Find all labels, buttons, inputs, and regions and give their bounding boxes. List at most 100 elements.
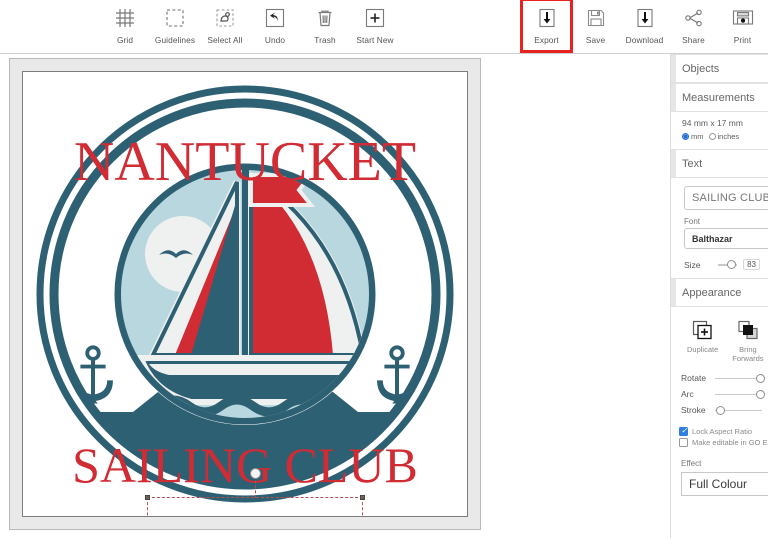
section-appearance[interactable]: Appearance <box>671 278 768 307</box>
tool-label: Grid <box>116 35 134 45</box>
unit-option-inches[interactable]: inches <box>708 132 740 141</box>
rotate-slider-track[interactable] <box>715 373 766 383</box>
checkbox-make-editable[interactable] <box>679 438 688 448</box>
tool-label: Start New <box>356 35 394 45</box>
lock-aspect-ratio-row[interactable]: Lock Aspect Ratio <box>679 426 762 437</box>
properties-panel: Objects Measurements 94 mm x 17 mm mm in… <box>670 54 768 538</box>
unit-label: mm <box>691 132 704 141</box>
arc-slider-knob[interactable] <box>756 389 766 399</box>
logo-artwork: NANTUCKET SAILING CLUB <box>36 85 454 503</box>
section-title: Objects <box>682 62 720 75</box>
stroke-slider-row[interactable]: Stroke <box>681 405 762 415</box>
tool-label: Export <box>534 35 559 45</box>
section-title: Appearance <box>682 286 742 299</box>
share-nodes-icon <box>681 6 707 30</box>
appearance-actions: Duplicate Bring Forwards <box>679 311 764 363</box>
logo-top-text: NANTUCKET <box>74 131 416 193</box>
rotate-label: Rotate <box>681 373 707 384</box>
undo-icon <box>262 6 288 30</box>
grid-icon <box>112 6 138 30</box>
trash-icon <box>312 6 338 30</box>
export-down-arrow-icon <box>534 6 560 30</box>
tool-guidelines[interactable]: Guidelines <box>150 0 200 51</box>
canvas-frame: NANTUCKET SAILING CLUB <box>9 58 481 530</box>
action-label: Bring Forwards <box>732 345 764 363</box>
section-measurements[interactable]: Measurements <box>671 83 768 112</box>
font-label: Font <box>684 217 701 226</box>
toolbar-group-right: Export Save Download Share Print <box>520 0 767 53</box>
tool-label: Trash <box>314 35 336 45</box>
app-root: Grid Guidelines Select All Undo Trash St… <box>0 0 768 538</box>
printer-icon <box>730 6 756 30</box>
bring-forwards-icon <box>736 319 760 343</box>
measurements-body: 94 mm x 17 mm mm inches <box>671 112 768 149</box>
stroke-slider-knob[interactable] <box>715 405 725 415</box>
size-slider-row[interactable]: Size 83 <box>684 259 760 270</box>
rotate-slider-knob[interactable] <box>756 373 766 383</box>
anchor-right-icon <box>377 345 417 404</box>
section-title: Text <box>682 157 703 170</box>
bring-forwards-button[interactable]: Bring Forwards <box>732 319 764 363</box>
tool-label: Select All <box>207 35 243 45</box>
size-value: 83 <box>743 259 760 270</box>
unit-option-mm[interactable]: mm <box>682 132 704 141</box>
tool-label: Guidelines <box>154 35 196 45</box>
download-button[interactable]: Download <box>620 0 669 51</box>
select-all-icon <box>212 6 238 30</box>
logo-bottom-text: SAILING CLUB <box>72 437 418 493</box>
size-label: Size <box>684 259 701 270</box>
stroke-label: Stroke <box>681 405 706 416</box>
duplicate-icon <box>691 319 715 343</box>
size-slider-knob[interactable] <box>726 260 736 269</box>
arc-label: Arc <box>681 389 694 400</box>
toolbar-group-left: Grid Guidelines Select All Undo Trash St… <box>100 0 400 53</box>
tool-select-all[interactable]: Select All <box>200 0 250 51</box>
print-button[interactable]: Print <box>718 0 767 51</box>
arc-slider-track[interactable] <box>715 389 766 399</box>
top-toolbar: Grid Guidelines Select All Undo Trash St… <box>0 0 768 54</box>
text-input[interactable]: SAILING CLUB <box>684 186 768 210</box>
tool-trash[interactable]: Trash <box>300 0 350 51</box>
make-editable-row[interactable]: Make editable in GO Ex <box>679 438 768 448</box>
tool-label: Save <box>585 35 606 45</box>
tool-label: Print <box>733 35 752 45</box>
plus-icon <box>362 6 388 30</box>
action-label: Duplicate <box>687 345 719 354</box>
tool-label: Undo <box>264 35 286 45</box>
download-arrow-icon <box>632 6 658 30</box>
effect-select[interactable]: Full Colour <box>681 472 768 497</box>
radio-inches-icon[interactable] <box>708 133 716 140</box>
section-title: Measurements <box>682 91 755 104</box>
duplicate-button[interactable]: Duplicate <box>687 319 718 363</box>
effect-label: Effect <box>681 459 702 469</box>
font-select[interactable]: Balthazar ⌄ <box>684 228 768 249</box>
checkbox-label: Lock Aspect Ratio <box>692 427 753 437</box>
work-area: NANTUCKET SAILING CLUB <box>0 54 768 538</box>
unit-radio-group[interactable]: mm inches <box>682 132 760 141</box>
checkbox-lock-aspect-ratio[interactable] <box>679 426 688 437</box>
size-slider-track[interactable] <box>718 260 738 269</box>
tool-grid[interactable]: Grid <box>100 0 150 51</box>
save-button[interactable]: Save <box>571 0 620 51</box>
anchor-left-icon <box>73 345 113 404</box>
stroke-slider-track[interactable] <box>715 405 762 415</box>
nantucket-sailing-club-logo[interactable]: NANTUCKET SAILING CLUB <box>23 72 467 516</box>
section-objects[interactable]: Objects <box>671 54 768 83</box>
tool-label: Download <box>625 35 664 45</box>
tool-label: Share <box>682 35 705 45</box>
share-button[interactable]: Share <box>669 0 718 51</box>
rotate-slider-row[interactable]: Rotate <box>681 373 766 384</box>
design-canvas[interactable]: NANTUCKET SAILING CLUB <box>22 71 468 517</box>
dimensions-value: 94 mm x 17 mm <box>682 118 743 128</box>
floppy-disk-icon <box>583 6 609 30</box>
section-text[interactable]: Text <box>671 149 768 178</box>
unit-label: inches <box>717 132 740 141</box>
radio-mm-icon[interactable] <box>682 133 689 140</box>
appearance-body: Duplicate Bring Forwards Rotate Arc Stro… <box>671 307 768 502</box>
font-value: Balthazar <box>692 233 733 244</box>
arc-slider-row[interactable]: Arc <box>681 389 766 400</box>
tool-undo[interactable]: Undo <box>250 0 300 51</box>
tool-start-new[interactable]: Start New <box>350 0 400 51</box>
text-body: SAILING CLUB Font Balthazar ⌄ Size 83 <box>671 178 768 278</box>
export-button[interactable]: Export <box>520 0 573 53</box>
